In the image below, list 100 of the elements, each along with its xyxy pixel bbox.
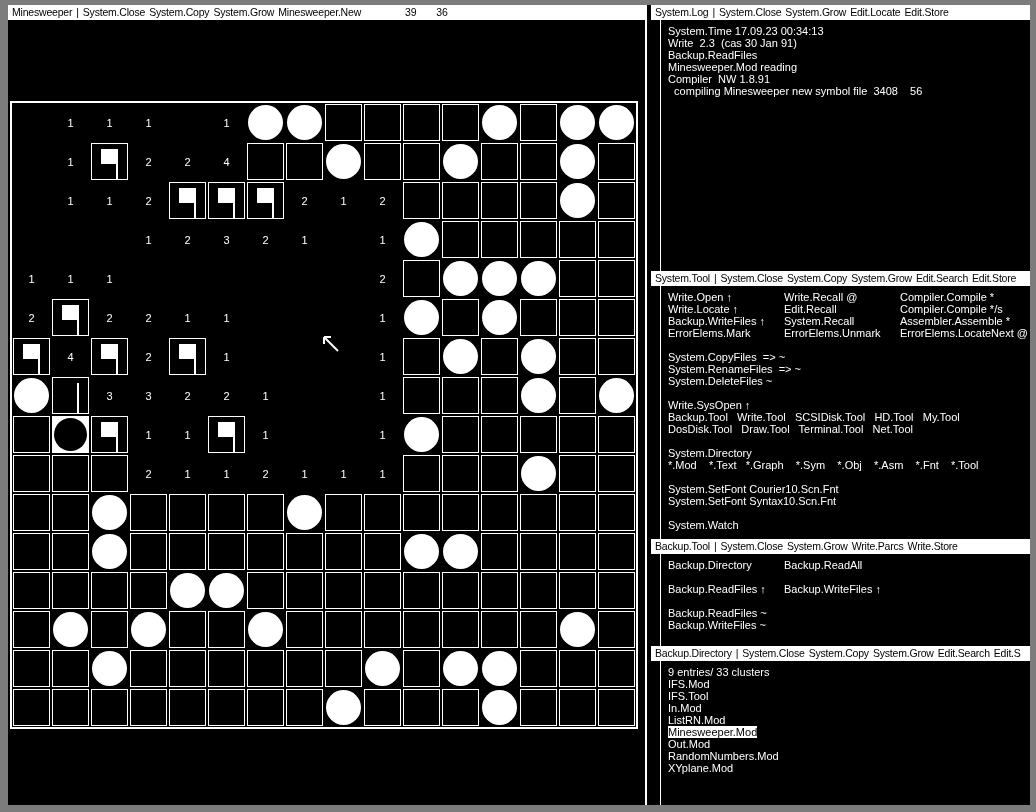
- covered-tile[interactable]: [559, 455, 596, 492]
- command-link[interactable]: System.Copy: [808, 646, 869, 661]
- command-text[interactable]: System.Watch: [668, 519, 739, 531]
- covered-tile[interactable]: [13, 689, 50, 726]
- command-link[interactable]: Write.Parcs: [851, 539, 904, 554]
- covered-tile[interactable]: [481, 416, 518, 453]
- covered-tile[interactable]: [442, 572, 479, 609]
- covered-tile[interactable]: [520, 182, 557, 219]
- covered-tile[interactable]: [247, 533, 284, 570]
- command-text[interactable]: ErrorElems.Mark: [668, 327, 784, 339]
- flagged-tile[interactable]: [52, 299, 89, 336]
- covered-tile[interactable]: [598, 650, 635, 687]
- covered-tile[interactable]: [208, 650, 245, 687]
- command-link[interactable]: Edit.S: [993, 646, 1021, 661]
- covered-tile[interactable]: [130, 689, 167, 726]
- covered-tile[interactable]: [403, 689, 440, 726]
- command-text[interactable]: Backup.WriteFiles ↑: [784, 583, 900, 595]
- covered-tile[interactable]: [91, 455, 128, 492]
- covered-tile[interactable]: [13, 494, 50, 531]
- covered-tile[interactable]: [520, 611, 557, 648]
- covered-tile[interactable]: [13, 650, 50, 687]
- covered-tile[interactable]: [598, 260, 635, 297]
- covered-tile[interactable]: [52, 572, 89, 609]
- flagged-tile[interactable]: [91, 338, 128, 375]
- covered-tile[interactable]: [325, 494, 362, 531]
- covered-tile[interactable]: [481, 455, 518, 492]
- covered-tile[interactable]: [559, 299, 596, 336]
- command-text[interactable]: Assembler.Assemble *: [900, 315, 1030, 327]
- covered-tile[interactable]: [598, 455, 635, 492]
- covered-tile[interactable]: [130, 533, 167, 570]
- file-entry[interactable]: ListRN.Mod: [668, 714, 726, 726]
- covered-tile[interactable]: [208, 494, 245, 531]
- file-entry[interactable]: IFS.Tool: [668, 690, 709, 702]
- covered-tile[interactable]: [364, 611, 401, 648]
- covered-tile[interactable]: [208, 533, 245, 570]
- covered-tile[interactable]: [442, 377, 479, 414]
- covered-tile[interactable]: [598, 338, 635, 375]
- covered-tile[interactable]: [442, 689, 479, 726]
- covered-tile[interactable]: [208, 611, 245, 648]
- covered-tile[interactable]: [559, 572, 596, 609]
- covered-tile[interactable]: [403, 611, 440, 648]
- command-link[interactable]: System.Close: [719, 5, 782, 20]
- command-text[interactable]: Compiler.Compile */s: [900, 303, 1030, 315]
- flagged-tile[interactable]: [52, 377, 89, 414]
- command-link[interactable]: System.Grow: [851, 271, 912, 286]
- command-link[interactable]: Edit.Store: [904, 5, 949, 20]
- covered-tile[interactable]: [364, 572, 401, 609]
- covered-tile[interactable]: [559, 260, 596, 297]
- covered-tile[interactable]: [598, 221, 635, 258]
- covered-tile[interactable]: [325, 533, 362, 570]
- command-link[interactable]: Edit.Store: [972, 271, 1017, 286]
- covered-tile[interactable]: [520, 416, 557, 453]
- covered-tile[interactable]: [559, 377, 596, 414]
- covered-tile[interactable]: [559, 416, 596, 453]
- covered-tile[interactable]: [442, 416, 479, 453]
- file-entry[interactable]: RandomNumbers.Mod: [668, 750, 779, 762]
- flagged-tile[interactable]: [169, 182, 206, 219]
- file-entry[interactable]: IFS.Mod: [668, 678, 710, 690]
- covered-tile[interactable]: [247, 650, 284, 687]
- command-text[interactable]: Backup.ReadFiles ↑: [668, 583, 784, 595]
- covered-tile[interactable]: [325, 572, 362, 609]
- covered-tile[interactable]: [442, 611, 479, 648]
- covered-tile[interactable]: [403, 143, 440, 180]
- command-text[interactable]: System.CopyFiles => ~: [668, 351, 786, 363]
- command-text[interactable]: Edit.Recall: [784, 303, 900, 315]
- covered-tile[interactable]: [286, 611, 323, 648]
- command-link[interactable]: System.Close: [720, 539, 783, 554]
- covered-tile[interactable]: [52, 689, 89, 726]
- covered-tile[interactable]: [598, 494, 635, 531]
- covered-tile[interactable]: [481, 221, 518, 258]
- command-text[interactable]: Write.Recall @: [784, 291, 900, 303]
- command-text[interactable]: System.SetFont Syntax10.Scn.Fnt: [668, 495, 837, 507]
- covered-tile[interactable]: [247, 689, 284, 726]
- covered-tile[interactable]: [364, 494, 401, 531]
- covered-tile[interactable]: [13, 455, 50, 492]
- covered-tile[interactable]: [520, 689, 557, 726]
- file-entry[interactable]: XYplane.Mod: [668, 762, 734, 774]
- command-text[interactable]: Backup.ReadAll: [784, 559, 900, 571]
- covered-tile[interactable]: [52, 533, 89, 570]
- command-link[interactable]: System.Close: [742, 646, 805, 661]
- flagged-tile[interactable]: [247, 182, 284, 219]
- covered-tile[interactable]: [481, 533, 518, 570]
- command-text[interactable]: ErrorElems.Unmark: [784, 327, 900, 339]
- covered-tile[interactable]: [169, 650, 206, 687]
- flagged-tile[interactable]: [208, 182, 245, 219]
- covered-tile[interactable]: [169, 689, 206, 726]
- command-text[interactable]: Write.SysOpen ↑: [668, 399, 751, 411]
- covered-tile[interactable]: [13, 533, 50, 570]
- covered-tile[interactable]: [403, 260, 440, 297]
- flagged-tile[interactable]: [208, 416, 245, 453]
- command-text[interactable]: Write.Open ↑: [668, 291, 784, 303]
- command-text[interactable]: System.Directory: [668, 447, 752, 459]
- covered-tile[interactable]: [208, 689, 245, 726]
- command-link[interactable]: System.Grow: [213, 5, 275, 20]
- covered-tile[interactable]: [403, 455, 440, 492]
- covered-tile[interactable]: [286, 689, 323, 726]
- command-text[interactable]: Backup.WriteFiles ↑: [668, 315, 784, 327]
- covered-tile[interactable]: [520, 650, 557, 687]
- covered-tile[interactable]: [364, 143, 401, 180]
- command-link[interactable]: Write.Store: [907, 539, 958, 554]
